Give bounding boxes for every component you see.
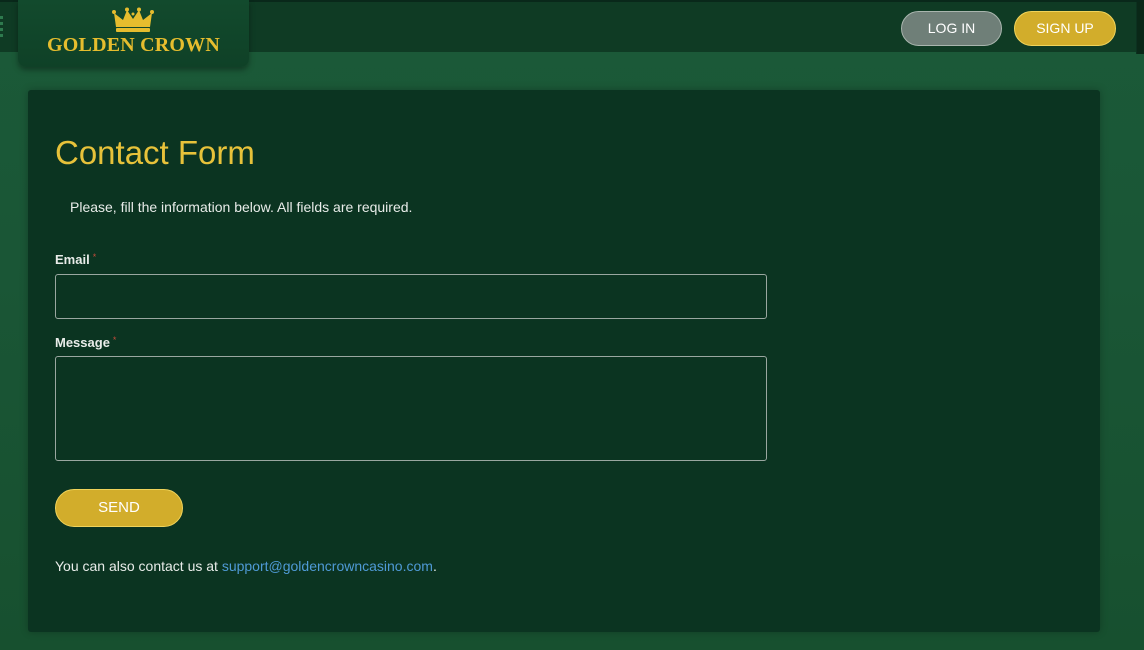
- login-button[interactable]: LOG IN: [901, 11, 1002, 46]
- scrollbar[interactable]: [1136, 2, 1144, 54]
- contact-panel: Contact Form Please, fill the informatio…: [28, 90, 1100, 632]
- send-button[interactable]: SEND: [55, 489, 183, 527]
- support-email-link[interactable]: support@goldencrowncasino.com: [222, 558, 433, 574]
- logo[interactable]: GOLDEN CROWN: [18, 0, 249, 67]
- brand-name: GOLDEN CROWN: [47, 34, 220, 56]
- email-label: Email *: [55, 252, 96, 267]
- email-field[interactable]: [55, 274, 767, 319]
- contact-prefix: You can also contact us at: [55, 558, 222, 574]
- email-label-text: Email: [55, 252, 90, 267]
- contact-info: You can also contact us at support@golde…: [55, 558, 437, 574]
- crown-icon: [112, 7, 154, 32]
- message-field[interactable]: [55, 356, 767, 461]
- contact-suffix: .: [432, 558, 437, 574]
- required-marker: *: [92, 252, 97, 262]
- message-label: Message *: [55, 335, 116, 350]
- signup-button[interactable]: SIGN UP: [1014, 11, 1116, 46]
- form-instructions: Please, fill the information below. All …: [70, 199, 413, 215]
- required-marker: *: [112, 335, 117, 345]
- message-label-text: Message: [55, 335, 110, 350]
- page-title: Contact Form: [55, 134, 255, 171]
- menu-edge-icon[interactable]: [0, 16, 3, 40]
